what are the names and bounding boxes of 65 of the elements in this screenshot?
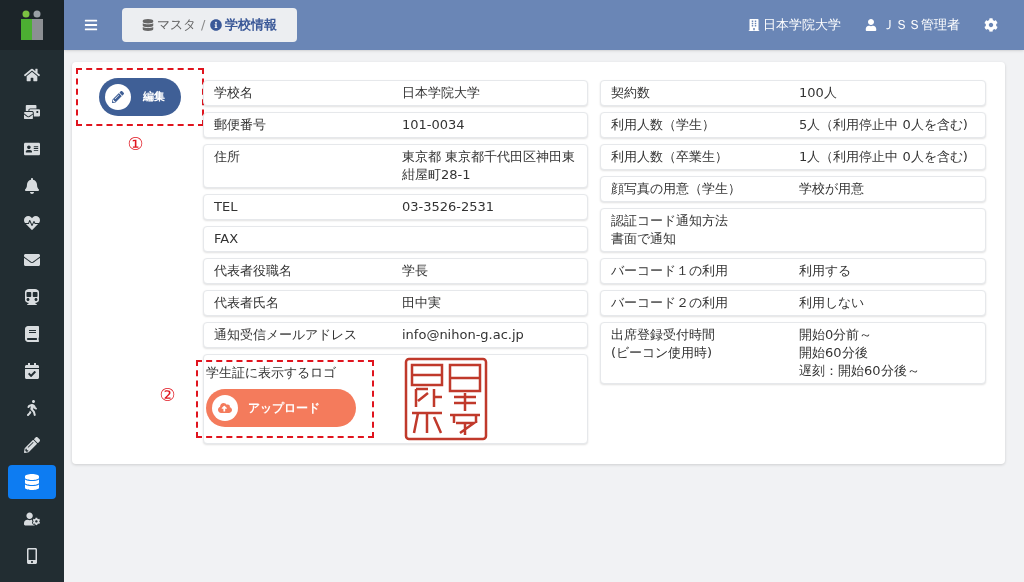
id-card-icon: [24, 141, 40, 157]
train-icon: [24, 289, 40, 305]
row-label: 利用人数（学生）: [611, 116, 716, 134]
row-value: 書面で通知: [611, 230, 677, 248]
book-icon: [24, 326, 40, 342]
home-icon: [24, 67, 40, 83]
settings-button[interactable]: [984, 18, 998, 32]
info-icon: [210, 19, 223, 31]
row-value: 学校が用意: [799, 180, 865, 198]
row-label: 学生証に表示するロゴ: [206, 364, 337, 382]
row-value: 101-0034: [402, 116, 466, 134]
mail-stack-icon: [24, 104, 40, 120]
row-label: 学校名: [214, 84, 254, 102]
row-value: 5人（利用停止中 0人を含む): [799, 116, 969, 134]
row-label: 代表者役職名: [214, 262, 293, 280]
school-name: 日本学院大学: [748, 15, 841, 35]
row-value: 遅刻：開始60分後～: [799, 362, 921, 380]
heartbeat-icon: [24, 215, 40, 231]
database-icon: [24, 474, 40, 490]
breadcrumb-link[interactable]: 学校情報: [210, 15, 278, 35]
row-value: 学長: [402, 262, 429, 280]
row-label: 通知受信メールアドレス: [214, 326, 358, 344]
row-label: 契約数: [611, 84, 651, 102]
user-icon: [865, 19, 877, 31]
row-value: 開始0分前～: [799, 326, 874, 344]
row-label: FAX: [214, 230, 240, 248]
app-logo-icon: [20, 10, 44, 40]
row-value: 利用しない: [799, 294, 865, 312]
row-value: 田中実: [402, 294, 442, 312]
row-label: バーコード２の利用: [611, 294, 729, 312]
row-value: 1人（利用停止中 0人を含む): [799, 148, 969, 166]
user-name: ＪＳＳ管理者: [865, 15, 960, 35]
row-label: TEL: [214, 198, 239, 216]
breadcrumb-link[interactable]: マスタ: [142, 15, 196, 35]
breadcrumb-separator: /: [201, 16, 206, 35]
database-icon: [142, 19, 154, 31]
row-value: 利用する: [799, 262, 852, 280]
row-value: 03-3526-2531: [402, 198, 496, 216]
callout-number: ②: [159, 383, 176, 407]
row-label: 認証コード通知方法: [611, 212, 729, 230]
pencil-icon: [111, 91, 124, 103]
row-label: 住所: [214, 148, 241, 166]
row-value: 東京都 東京都千代田区神田東紺屋町28-1: [402, 148, 577, 184]
mobile-phone-icon: [24, 548, 40, 564]
walking-person-icon: [24, 400, 40, 416]
row-label: 代表者氏名: [214, 294, 280, 312]
row-value: info@nihon-g.ac.jp: [402, 326, 525, 344]
edit-button[interactable]: 編集: [98, 78, 181, 116]
row-value: 日本学院大学: [402, 84, 481, 102]
menu-button[interactable]: [84, 18, 98, 32]
envelope-icon: [24, 252, 40, 268]
row-label: バーコード１の利用: [611, 262, 729, 280]
row-label: 出席登録受付時間 (ビーコン使用時): [611, 326, 716, 362]
row-label: 郵便番号: [214, 116, 267, 134]
row-label: 顔写真の用意（学生）: [611, 180, 742, 198]
building-icon: [748, 19, 760, 31]
calendar-check-icon: [24, 363, 40, 379]
row-label: 利用人数（卒業生）: [611, 148, 729, 166]
row-value: 開始60分後: [799, 344, 869, 362]
user-gear-icon: [24, 511, 40, 527]
row-value: 100人: [799, 84, 838, 102]
callout-number: ①: [127, 132, 144, 156]
cloud-upload-icon: [218, 400, 232, 415]
bell-icon: [24, 178, 40, 194]
pencil-icon: [24, 437, 40, 453]
